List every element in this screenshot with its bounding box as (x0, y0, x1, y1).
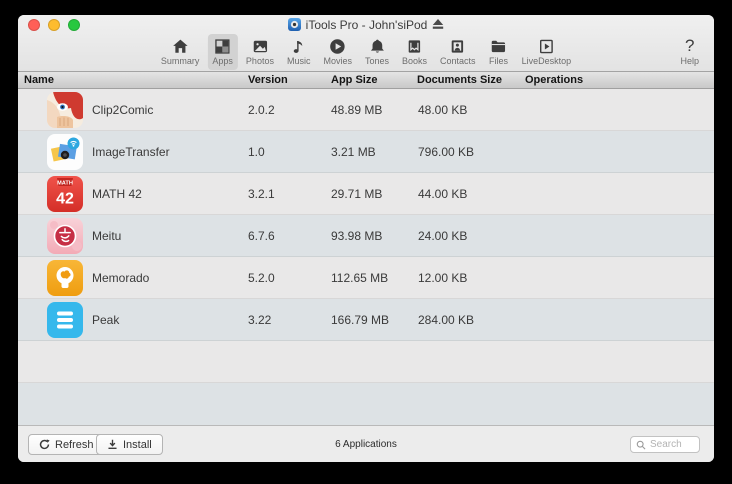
search-icon (636, 440, 646, 450)
empty-row-stripe (18, 383, 714, 425)
status-bar: Refresh Install 6 Applications (18, 425, 714, 462)
itools-window: iTools Pro - John'siPod Summary (18, 15, 714, 462)
tab-apps[interactable]: Apps (207, 34, 238, 70)
minimize-window-button[interactable] (48, 19, 60, 31)
app-version: 5.2.0 (248, 257, 275, 299)
documents-size: 284.00 KB (418, 299, 474, 341)
empty-row-stripe (18, 341, 714, 383)
tab-photos-label: Photos (246, 57, 274, 66)
tab-files[interactable]: Files (484, 34, 514, 70)
app-size: 48.89 MB (331, 89, 382, 131)
window-title: iTools Pro - John'siPod (306, 18, 428, 32)
tab-tones-label: Tones (365, 57, 389, 66)
column-header-documents-size[interactable]: Documents Size (417, 72, 502, 88)
app-name: Clip2Comic (92, 89, 153, 131)
music-note-icon (289, 36, 309, 56)
tab-summary[interactable]: Summary (156, 34, 205, 70)
column-header-app-size[interactable]: App Size (331, 72, 377, 88)
tab-books[interactable]: Books (397, 34, 432, 70)
table-header: Name Version App Size Documents Size Ope… (18, 71, 714, 89)
imagetransfer-app-icon (47, 134, 83, 170)
app-size: 112.65 MB (331, 257, 388, 299)
application-count: 6 Applications (18, 439, 714, 450)
photo-icon (250, 36, 270, 56)
column-header-operations[interactable]: Operations (525, 72, 583, 88)
app-size: 166.79 MB (331, 299, 389, 341)
tab-livedesktop[interactable]: LiveDesktop (517, 34, 577, 70)
app-size: 93.98 MB (331, 215, 382, 257)
folder-icon (489, 36, 509, 56)
peak-app-icon (47, 302, 83, 338)
documents-size: 48.00 KB (418, 89, 467, 131)
eject-icon[interactable] (432, 19, 444, 30)
toolbar-tabs: Summary Apps Photos (156, 34, 576, 71)
documents-size: 44.00 KB (418, 173, 467, 215)
app-name: MATH 42 (92, 173, 142, 215)
clip2comic-app-icon (47, 92, 83, 128)
help-button[interactable]: ? Help (675, 34, 704, 70)
app-version: 2.0.2 (248, 89, 275, 131)
contact-card-icon (448, 36, 468, 56)
book-icon (405, 36, 425, 56)
tab-livedesktop-label: LiveDesktop (522, 57, 572, 66)
app-name: Meitu (92, 215, 121, 257)
svg-text:MATH: MATH (57, 181, 73, 187)
documents-size: 796.00 KB (418, 131, 474, 173)
question-mark-icon: ? (685, 36, 694, 56)
app-version: 3.22 (248, 299, 271, 341)
live-desktop-icon (536, 36, 556, 56)
documents-size: 24.00 KB (418, 215, 467, 257)
tab-contacts[interactable]: Contacts (435, 34, 481, 70)
math42-app-icon: MATH 42 (47, 176, 83, 212)
search-input[interactable] (650, 439, 694, 450)
help-label: Help (680, 57, 699, 66)
table-row[interactable]: ImageTransfer 1.0 3.21 MB 796.00 KB (18, 131, 714, 173)
traffic-lights (28, 19, 80, 31)
table-row[interactable]: Meitu 6.7.6 93.98 MB 24.00 KB (18, 215, 714, 257)
tab-movies[interactable]: Movies (318, 34, 357, 70)
table-row[interactable]: MATH 42 MATH 42 3.2.1 29.71 MB 44.00 KB (18, 173, 714, 215)
app-version: 6.7.6 (248, 215, 275, 257)
svg-text:42: 42 (56, 191, 74, 208)
tab-music-label: Music (287, 57, 311, 66)
zoom-window-button[interactable] (68, 19, 80, 31)
table-row[interactable]: Clip2Comic 2.0.2 48.89 MB 48.00 KB (18, 89, 714, 131)
tab-apps-label: Apps (212, 57, 233, 66)
home-icon (170, 36, 190, 56)
window-chrome: iTools Pro - John'siPod Summary (18, 15, 714, 71)
documents-size: 12.00 KB (418, 257, 467, 299)
app-version: 1.0 (248, 131, 265, 173)
tab-music[interactable]: Music (282, 34, 316, 70)
close-window-button[interactable] (28, 19, 40, 31)
table-row[interactable]: Peak 3.22 166.79 MB 284.00 KB (18, 299, 714, 341)
toolbar: Summary Apps Photos (18, 34, 714, 71)
app-name: Peak (92, 299, 119, 341)
app-name: Memorado (92, 257, 149, 299)
tab-movies-label: Movies (323, 57, 352, 66)
meitu-app-icon (47, 218, 83, 254)
tab-books-label: Books (402, 57, 427, 66)
tab-photos[interactable]: Photos (241, 34, 279, 70)
tab-tones[interactable]: Tones (360, 34, 394, 70)
apps-grid-icon (213, 36, 233, 56)
titlebar: iTools Pro - John'siPod (18, 15, 714, 34)
tab-files-label: Files (489, 57, 508, 66)
tab-summary-label: Summary (161, 57, 200, 66)
app-name: ImageTransfer (92, 131, 170, 173)
memorado-app-icon (47, 260, 83, 296)
column-header-version[interactable]: Version (248, 72, 288, 88)
itools-app-icon (288, 18, 301, 31)
app-list: Clip2Comic 2.0.2 48.89 MB 48.00 KB Image… (18, 89, 714, 425)
tab-contacts-label: Contacts (440, 57, 476, 66)
table-row[interactable]: Memorado 5.2.0 112.65 MB 12.00 KB (18, 257, 714, 299)
app-version: 3.2.1 (248, 173, 275, 215)
app-size: 29.71 MB (331, 173, 382, 215)
app-size: 3.21 MB (331, 131, 376, 173)
column-header-name[interactable]: Name (24, 72, 54, 88)
search-field[interactable] (630, 436, 700, 453)
window-title-group: iTools Pro - John'siPod (18, 15, 714, 34)
bell-icon (367, 36, 387, 56)
play-circle-icon (328, 36, 348, 56)
